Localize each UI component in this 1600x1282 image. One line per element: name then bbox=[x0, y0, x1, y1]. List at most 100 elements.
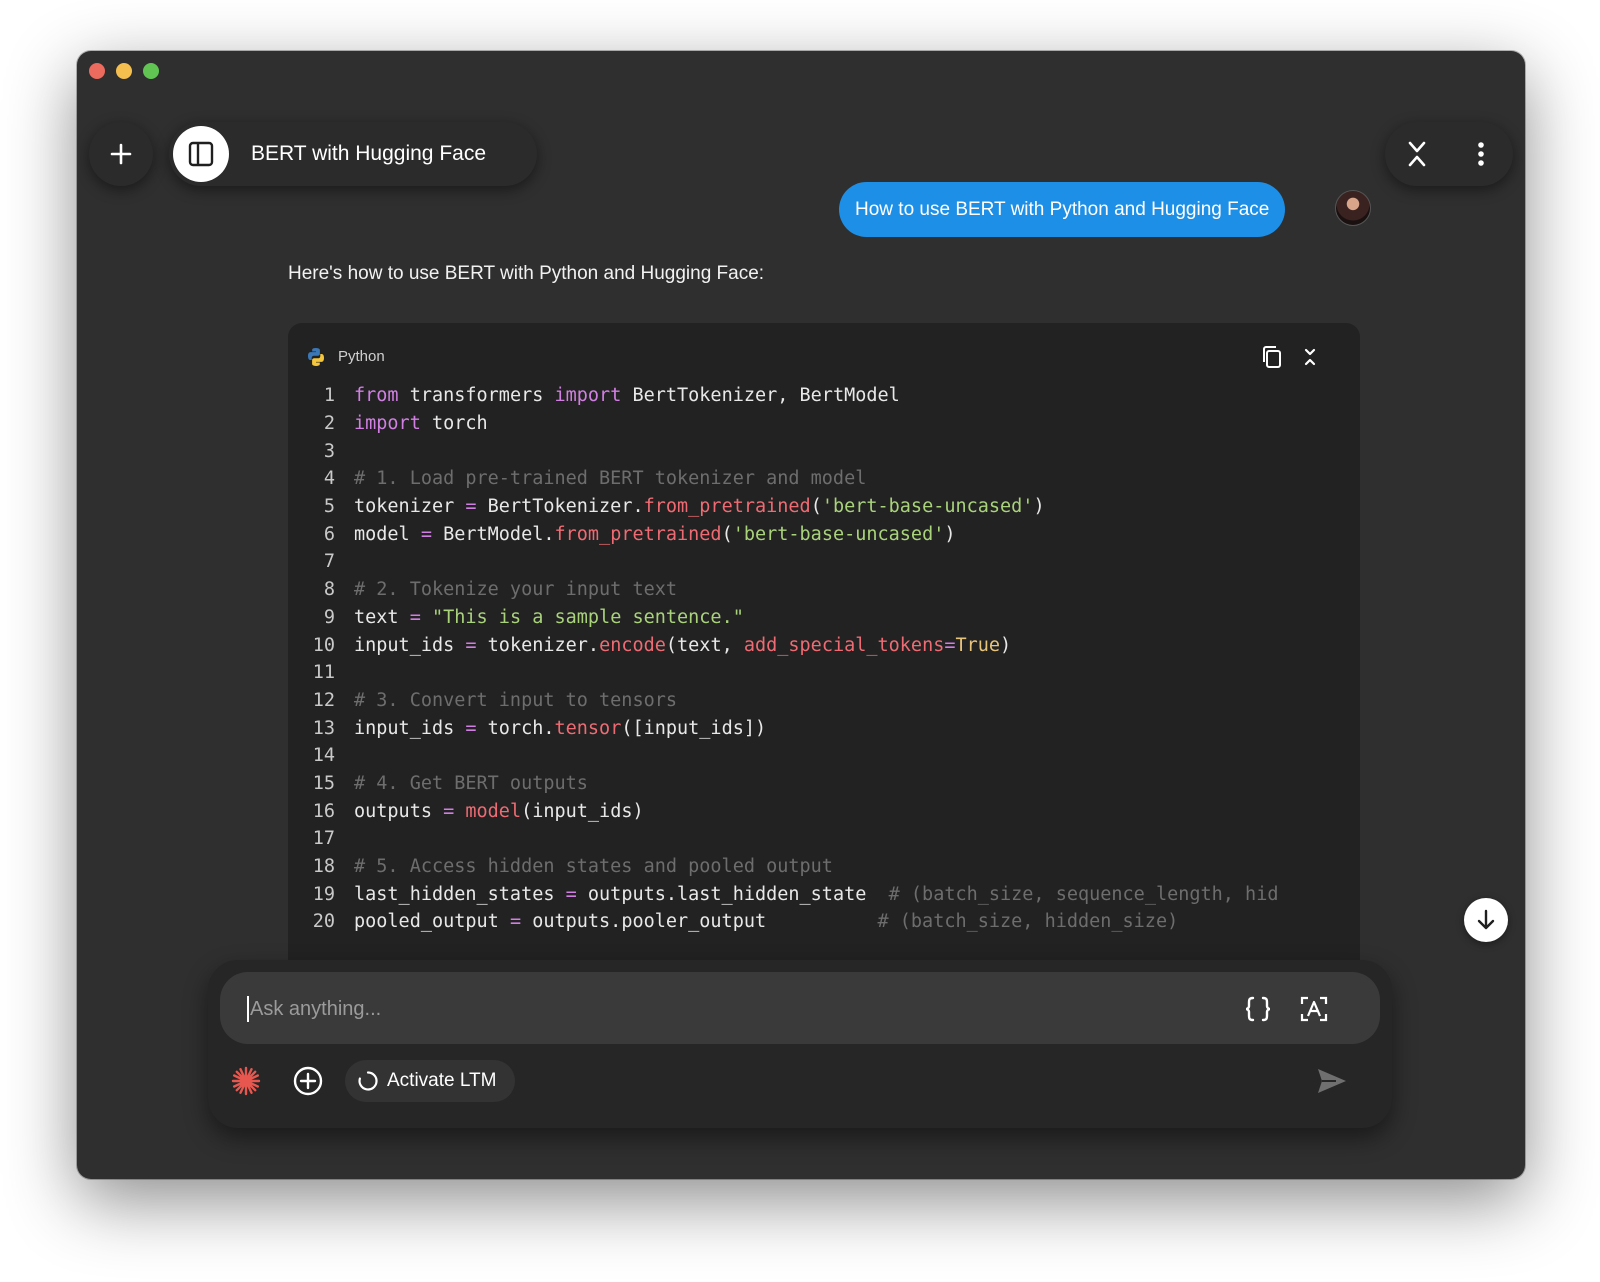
send-button[interactable] bbox=[1312, 1063, 1352, 1099]
code-text: # 5. Access hidden states and pooled out… bbox=[354, 856, 833, 877]
code-text: input_ids = torch.tensor([input_ids]) bbox=[354, 718, 766, 739]
line-number: 5 bbox=[323, 496, 335, 518]
code-token: # 3. Convert input to tensors bbox=[354, 689, 678, 711]
code-text: text = "This is a sample sentence." bbox=[354, 607, 744, 628]
collapse-icon bbox=[1304, 348, 1316, 366]
code-token: torch bbox=[420, 413, 488, 435]
line-number: 12 bbox=[312, 689, 335, 711]
code-line: 13 input_ids = torch.tensor([input_ids]) bbox=[288, 714, 1360, 742]
ask-input[interactable] bbox=[248, 988, 1212, 1030]
code-token: = bbox=[465, 634, 477, 656]
line-number: 8 bbox=[323, 579, 335, 601]
attach-button[interactable] bbox=[290, 1063, 326, 1099]
more-menu-button[interactable] bbox=[1459, 132, 1503, 176]
code-token: = bbox=[565, 883, 577, 905]
chat-title-pill: BERT with Hugging Face bbox=[169, 122, 537, 186]
user-message-bubble: How to use BERT with Python and Hugging … bbox=[839, 182, 1286, 237]
line-number: 18 bbox=[312, 856, 335, 878]
code-language-label: Python bbox=[338, 348, 385, 365]
code-text: outputs = model(input_ids) bbox=[354, 801, 644, 822]
code-token: torch. bbox=[476, 717, 555, 739]
code-line: 20 pooled_output = outputs.pooler_output … bbox=[288, 908, 1360, 936]
model-spark-button[interactable] bbox=[228, 1063, 264, 1099]
code-token: ( bbox=[721, 523, 733, 545]
code-token: = bbox=[443, 800, 455, 822]
app-window: BERT with Hugging Face How to use BERT w… bbox=[77, 51, 1525, 1179]
code-token: model bbox=[354, 523, 421, 545]
code-token: add_special_tokens bbox=[743, 634, 945, 656]
code-token: True bbox=[955, 634, 1001, 656]
line-number: 4 bbox=[323, 468, 335, 490]
code-token: import bbox=[554, 385, 622, 407]
code-line: 16 outputs = model(input_ids) bbox=[288, 797, 1360, 825]
minimize-window-button[interactable] bbox=[116, 63, 132, 79]
text-scan-icon bbox=[1300, 996, 1328, 1022]
code-mode-button[interactable] bbox=[1238, 989, 1278, 1029]
chat-title: BERT with Hugging Face bbox=[251, 142, 487, 165]
maximize-window-button[interactable] bbox=[143, 63, 159, 79]
code-token: pooled_output bbox=[354, 911, 510, 933]
line-number: 10 bbox=[312, 634, 335, 656]
code-text: # 2. Tokenize your input text bbox=[354, 579, 677, 600]
close-window-button[interactable] bbox=[89, 63, 105, 79]
sidebar-toggle-button[interactable] bbox=[173, 126, 229, 182]
activate-ltm-button[interactable]: Activate LTM bbox=[345, 1060, 515, 1102]
code-token: = bbox=[465, 496, 477, 518]
code-token: from_pretrained bbox=[643, 496, 811, 518]
code-line: 15 # 4. Get BERT outputs bbox=[288, 770, 1360, 798]
line-number: 1 bbox=[323, 385, 335, 407]
code-token: tokenizer bbox=[354, 496, 466, 518]
code-token: ) bbox=[1033, 496, 1045, 518]
line-number: 11 bbox=[312, 662, 335, 684]
code-token: = bbox=[420, 523, 432, 545]
collapse-chat-button[interactable] bbox=[1395, 132, 1439, 176]
code-text: model = BertModel.from_pretrained('bert-… bbox=[354, 524, 955, 545]
line-number: 9 bbox=[323, 606, 335, 628]
code-token: "This is a sample sentence." bbox=[431, 606, 744, 628]
line-number: 7 bbox=[323, 551, 335, 573]
code-token: outputs bbox=[354, 800, 444, 822]
code-line: 14 bbox=[288, 742, 1360, 770]
line-number: 2 bbox=[323, 413, 335, 435]
code-text: import torch bbox=[354, 413, 488, 434]
code-text: pooled_output = outputs.pooler_output # … bbox=[354, 911, 1178, 932]
copy-icon bbox=[1263, 346, 1281, 368]
line-number: 17 bbox=[312, 828, 335, 850]
text-scan-button[interactable] bbox=[1294, 989, 1334, 1029]
copy-code-button[interactable] bbox=[1258, 343, 1286, 371]
code-token: outputs.pooler_output bbox=[521, 911, 878, 933]
code-token: input_ids bbox=[354, 717, 466, 739]
collapse-arrows-icon bbox=[1408, 141, 1426, 167]
code-token: model bbox=[465, 800, 522, 822]
curly-braces-icon bbox=[1245, 996, 1271, 1022]
line-number: 6 bbox=[323, 523, 335, 545]
code-line: 10 input_ids = tokenizer.encode(text, add… bbox=[288, 631, 1360, 659]
new-chat-button[interactable] bbox=[89, 122, 153, 186]
line-number: 19 bbox=[312, 883, 335, 905]
code-token: input_ids bbox=[354, 634, 466, 656]
code-token: (input_ids) bbox=[521, 800, 644, 822]
code-token: ) bbox=[1000, 634, 1012, 656]
code-token: from_pretrained bbox=[554, 523, 722, 545]
code-token: import bbox=[354, 413, 421, 435]
code-token: 'bert-base-uncased' bbox=[821, 496, 1034, 518]
code-token: (text, bbox=[665, 634, 744, 656]
code-token: # (batch_size, hidden_size) bbox=[877, 911, 1179, 933]
activate-ltm-label: Activate LTM bbox=[387, 1070, 497, 1091]
message-composer: Activate LTM bbox=[208, 960, 1392, 1128]
code-token: ([input_ids]) bbox=[621, 717, 767, 739]
code-token: = bbox=[465, 717, 477, 739]
code-line: 9 text = "This is a sample sentence." bbox=[288, 604, 1360, 632]
code-token: = bbox=[944, 634, 956, 656]
code-token: # 2. Tokenize your input text bbox=[354, 579, 678, 601]
code-token: # (batch_size, sequence_length, hid bbox=[888, 883, 1279, 905]
scroll-to-bottom-button[interactable] bbox=[1464, 898, 1508, 942]
code-text: input_ids = tokenizer.encode(text, add_s… bbox=[354, 635, 1011, 656]
collapse-code-button[interactable] bbox=[1296, 343, 1324, 371]
code-line: 17 bbox=[288, 825, 1360, 853]
sidebar-panel-icon bbox=[188, 141, 214, 167]
code-token: # 4. Get BERT outputs bbox=[354, 772, 588, 794]
code-token: ( bbox=[810, 496, 822, 518]
line-number: 15 bbox=[312, 772, 335, 794]
